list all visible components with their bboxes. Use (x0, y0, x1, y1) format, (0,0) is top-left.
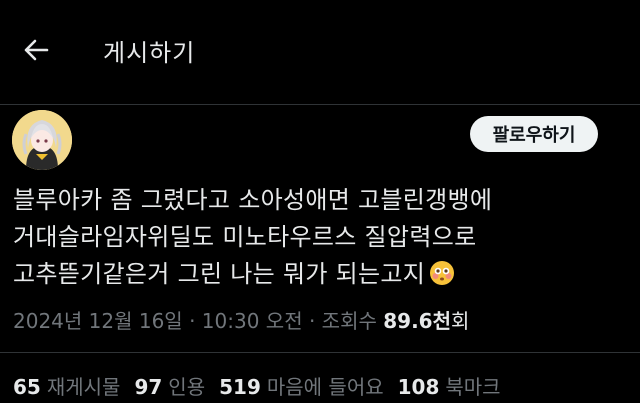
avatar-image (12, 110, 72, 170)
views-count: 89.6천 (383, 309, 451, 333)
meta-separator: · (308, 309, 322, 333)
engagement-stats: 65 재게시물 97 인용 519 마음에 들어요 108 북마크 (13, 371, 501, 400)
follow-button[interactable]: 팔로우하기 (470, 116, 598, 152)
post-line-3-wrap: 고추뜯기같은거 그린 나는 뭐가 되는고지 (13, 256, 623, 297)
likes-stat[interactable]: 519 마음에 들어요 (219, 371, 384, 400)
bookmarks-count: 108 (397, 375, 440, 399)
meta-divider (0, 352, 640, 353)
reposts-count: 65 (13, 375, 41, 399)
top-bar: 게시하기 (0, 0, 640, 104)
post-text: 블루아카 좀 그렸다고 소아성애면 고블린갱뱅에 거대슬라임자위딜도 미노타우르… (13, 182, 623, 297)
back-button[interactable] (18, 32, 54, 68)
post-time[interactable]: 10:30 오전 (202, 309, 303, 333)
likes-count: 519 (219, 375, 261, 399)
header-divider (0, 104, 640, 105)
likes-label: 마음에 들어요 (266, 375, 384, 399)
post-date[interactable]: 2024년 12월 16일 (13, 309, 183, 333)
meta-separator: · (189, 309, 202, 333)
post-line-1: 블루아카 좀 그렸다고 소아성애면 고블린갱뱅에 (13, 186, 493, 214)
views-suffix: 회 (450, 309, 470, 333)
quotes-label: 인용 (168, 375, 206, 399)
flushed-face-emoji-icon (429, 260, 455, 297)
quotes-stat[interactable]: 97 인용 (134, 371, 205, 400)
page-title: 게시하기 (103, 39, 196, 67)
post-line-3: 고추뜯기같은거 그린 나는 뭐가 되는고지 (13, 260, 426, 288)
post-meta: 2024년 12월 16일 · 10:30 오전 · 조회수 89.6천회 (13, 305, 469, 334)
arrow-left-icon (24, 39, 49, 61)
bookmarks-label: 북마크 (445, 375, 501, 399)
quotes-count: 97 (134, 375, 163, 399)
reposts-stat[interactable]: 65 재게시물 (13, 371, 120, 400)
bookmarks-stat[interactable]: 108 북마크 (398, 371, 501, 400)
post-line-2: 거대슬라임자위딜도 미노타우르스 질압력으로 (13, 223, 477, 251)
reposts-label: 재게시물 (46, 375, 121, 399)
views-prefix: 조회수 (321, 309, 377, 333)
avatar[interactable] (12, 110, 72, 170)
